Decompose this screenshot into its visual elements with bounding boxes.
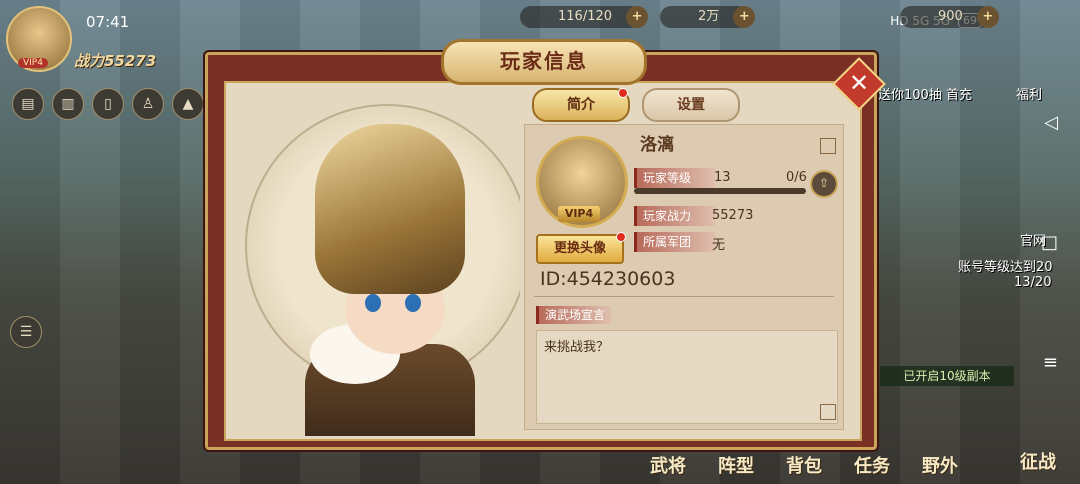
scroll-icon[interactable]: ▥ [52, 88, 84, 120]
hero-portrait [225, 84, 520, 436]
exp-bar [634, 188, 806, 194]
level-progress: 0/6 [786, 170, 807, 185]
task-banner[interactable]: 账号等级达到20 13/20 [958, 256, 1053, 290]
welfare-label[interactable]: 福利 [1016, 84, 1042, 103]
clock: 07:41 [86, 13, 130, 31]
divider [534, 296, 834, 297]
stage-notice: 已开启10级副本 [880, 366, 1014, 386]
tab-profile[interactable]: 简介 [532, 88, 630, 122]
player-name: 洛漓 [640, 135, 674, 155]
edit-declaration-icon[interactable] [820, 404, 836, 420]
recharge-label[interactable]: 送你100抽 首充 [878, 84, 972, 103]
copper-value: 2万 [698, 9, 720, 24]
gold-resource: 900 + [900, 6, 999, 28]
upgrade-icon[interactable]: ⇧ [810, 170, 838, 198]
campaign-button[interactable]: 征战 [1020, 448, 1056, 474]
avatar-notification-dot [616, 232, 626, 242]
task-progress: 13/20 [1014, 275, 1052, 290]
book-icon[interactable]: ▤ [12, 88, 44, 120]
notification-dot [618, 88, 628, 98]
stamina-resource: 116/120 + [520, 6, 649, 28]
chat-icon[interactable]: ☰ [10, 316, 42, 348]
task-text: 账号等级达到20 [958, 260, 1053, 275]
tab-settings[interactable]: 设置 [642, 88, 740, 122]
nav-formation[interactable]: 阵型 [718, 452, 754, 478]
gold-value: 900 [938, 9, 963, 24]
legion-value: 无 [712, 238, 726, 253]
hero-helmet [315, 124, 465, 294]
nav-generals[interactable]: 武将 [650, 452, 686, 478]
edit-name-icon[interactable] [820, 138, 836, 154]
change-avatar-button[interactable]: 更换头像 [536, 234, 624, 264]
power-value: 55273 [712, 208, 754, 223]
stamina-value: 116/120 [558, 9, 613, 24]
nav-bag[interactable]: 背包 [786, 452, 822, 478]
hud-vip-badge: VIP4 [18, 58, 48, 68]
close-icon[interactable]: ✕ [840, 65, 878, 103]
declaration-label: 演武场宣言 [536, 306, 611, 324]
bottom-nav: 武将 阵型 背包 任务 野外 [650, 452, 958, 478]
dialog-title: 玩家信息 [441, 39, 647, 85]
character-icon[interactable]: ♙ [132, 88, 164, 120]
power-label: 玩家战力 [634, 206, 715, 226]
rocket-icon[interactable]: ▲ [172, 88, 204, 120]
player-id: ID:454230603 [540, 268, 676, 290]
hero-eye-left [365, 294, 381, 312]
add-stamina-button[interactable]: + [626, 6, 649, 28]
nav-tasks[interactable]: 任务 [854, 452, 890, 478]
home-icon[interactable]: □ [1041, 232, 1058, 253]
hud-power: 战力55273 [74, 52, 157, 70]
level-value: 13 [714, 170, 731, 185]
declaration-text: 来挑战我？ [544, 340, 610, 355]
hero-eye-right [405, 294, 421, 312]
nav-field[interactable]: 野外 [922, 452, 958, 478]
copper-resource: 2万 + [660, 6, 756, 28]
player-vip-tag: VIP4 [558, 206, 600, 222]
level-label: 玩家等级 [634, 168, 715, 188]
legion-label: 所属军团 [634, 232, 715, 252]
add-gold-button[interactable]: + [976, 6, 999, 28]
menu-icon[interactable]: ≡ [1043, 352, 1058, 373]
back-icon[interactable]: ◁ [1044, 112, 1058, 133]
card-icon[interactable]: ▯ [92, 88, 124, 120]
